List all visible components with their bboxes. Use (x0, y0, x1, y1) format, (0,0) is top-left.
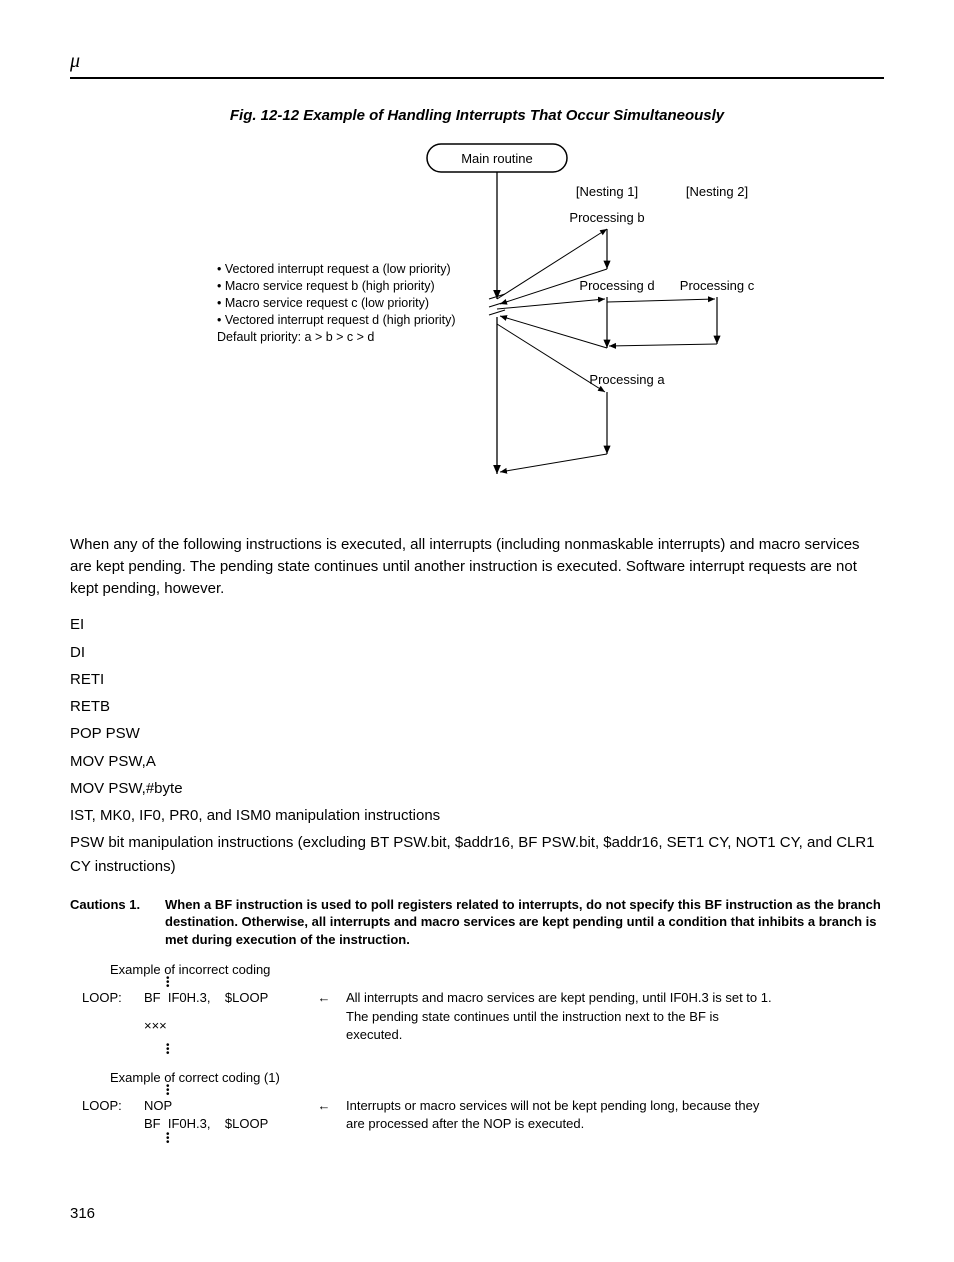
bullet-2: • Macro service request c (low priority) (217, 296, 429, 310)
intro-paragraph: When any of the following instructions i… (70, 534, 884, 599)
instr-2: RETI (70, 668, 884, 691)
nesting1-label: [Nesting 1] (576, 184, 638, 199)
main-routine-label: Main routine (461, 151, 533, 166)
instr-1: DI (70, 641, 884, 664)
ex-incorrect-head: Example of incorrect coding (110, 962, 884, 977)
cautions: Cautions 1. When a BF instruction is use… (70, 896, 884, 949)
instr-6: MOV PSW,#byte (70, 777, 884, 800)
code-cor-1: NOP (138, 1097, 308, 1115)
page-number: 316 (70, 1205, 884, 1222)
instr-4: POP PSW (70, 722, 884, 745)
proc-b-label: Processing b (569, 210, 644, 225)
proc-d-label: Processing d (579, 278, 654, 293)
bullet-3: • Vectored interrupt request d (high pri… (217, 313, 456, 327)
bullet-0: • Vectored interrupt request a (low prio… (217, 262, 451, 276)
code-cor-2: BF IF0H.3, $LOOP (138, 1115, 308, 1133)
header-mu: μ (70, 50, 884, 73)
code-correct: ••• LOOP: NOP ← Interrupts or macro serv… (76, 1085, 782, 1145)
proc-a-label: Processing a (589, 372, 665, 387)
caution-text: When a BF instruction is used to poll re… (165, 896, 884, 949)
code-inc-1: BF IF0H.3, $LOOP (138, 989, 308, 1016)
caution-label: Cautions 1. (70, 896, 165, 949)
desc-incorrect: All interrupts and macro services are ke… (340, 989, 782, 1044)
figure-caption: Fig. 12-12 Example of Handling Interrupt… (70, 107, 884, 124)
nesting2-label: [Nesting 2] (686, 184, 748, 199)
instr-7: IST, MK0, IF0, PR0, and ISM0 manipulatio… (70, 804, 884, 827)
page: μ Fig. 12-12 Example of Handling Interru… (0, 0, 954, 1262)
instr-3: RETB (70, 695, 884, 718)
header-rule (70, 77, 884, 79)
arrow-1: ← (308, 989, 340, 1016)
loop-label-1: LOOP: (76, 989, 138, 1016)
ex-correct-head: Example of correct coding (1) (110, 1070, 884, 1085)
diagram-svg: Main routine [Nesting 1] [Nesting 2] Pro… (117, 134, 837, 494)
instr-5: MOV PSW,A (70, 750, 884, 773)
arrow-2: ← (308, 1097, 340, 1115)
loop-label-2: LOOP: (76, 1097, 138, 1115)
code-incorrect: ••• LOOP: BF IF0H.3, $LOOP ← All interru… (76, 977, 782, 1056)
default-priority: Default priority: a > b > c > d (217, 330, 374, 344)
bullet-1: • Macro service request b (high priority… (217, 279, 435, 293)
diagram: Main routine [Nesting 1] [Nesting 2] Pro… (70, 134, 884, 494)
instr-0: EI (70, 613, 884, 636)
proc-c-label: Processing c (680, 278, 755, 293)
instr-8: PSW bit manipulation instructions (exclu… (70, 831, 884, 878)
code-inc-2: ××× (138, 1017, 308, 1044)
desc-correct: Interrupts or macro services will not be… (340, 1097, 782, 1133)
